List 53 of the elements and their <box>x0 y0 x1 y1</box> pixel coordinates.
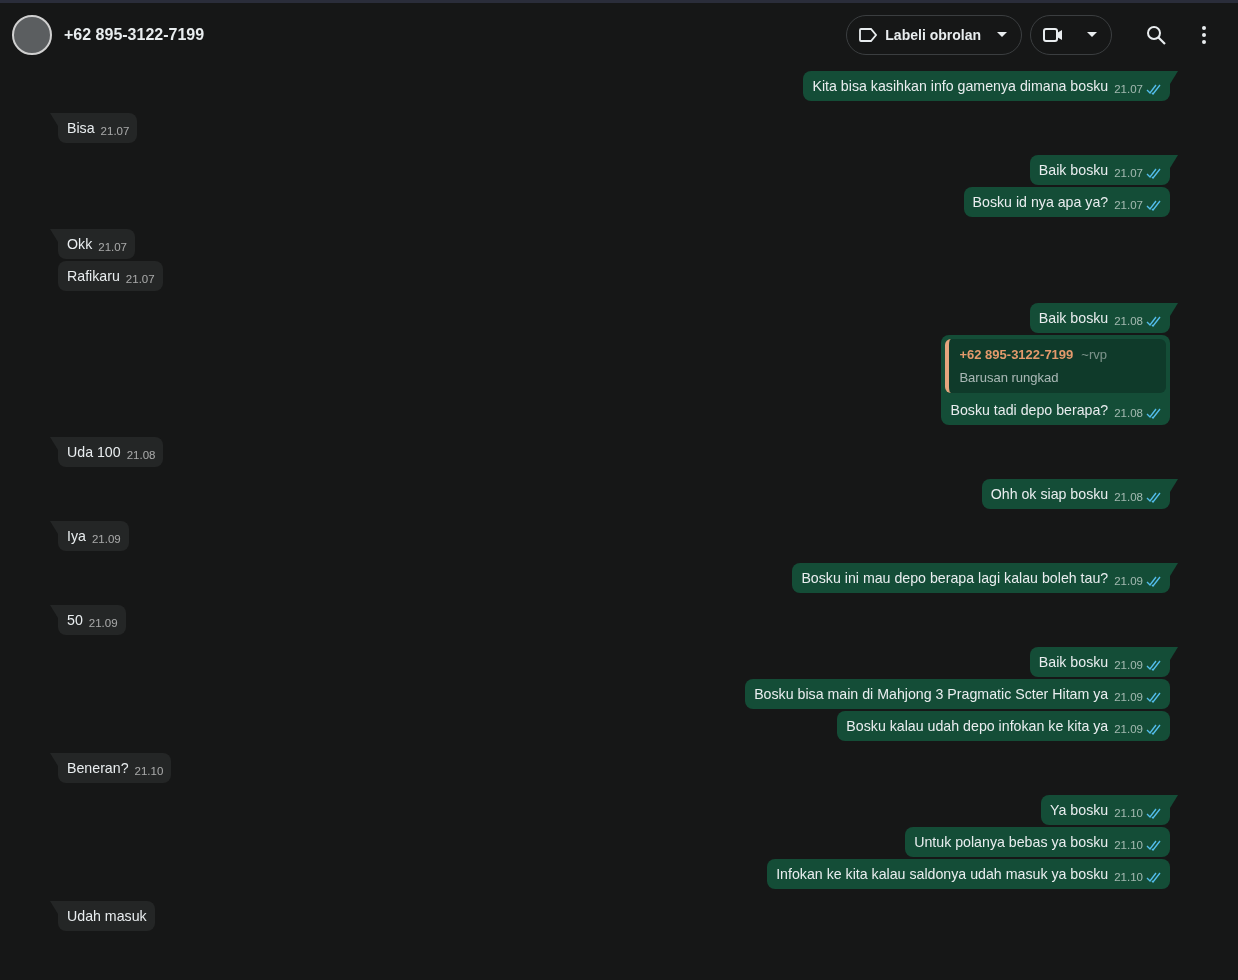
message-time: 21.10 <box>1114 838 1143 853</box>
message-text: Okk <box>67 235 93 254</box>
message-time: 21.10 <box>1114 870 1143 885</box>
message-time: 21.09 <box>88 616 118 631</box>
caret-icon <box>1087 32 1097 38</box>
message-time: 21.07 <box>1114 82 1143 97</box>
message-text: Bosku tadi depo berapa? <box>950 401 1109 420</box>
message-text: Bosku bisa main di Mahjong 3 Pragmatic Scter Hitam ya <box>754 685 1109 704</box>
message-text: Baik bosku <box>1038 161 1109 180</box>
message-text: Baik bosku <box>1038 653 1109 672</box>
message-text: Uda 100 <box>67 443 121 462</box>
message-time: 21.08 <box>126 448 156 463</box>
message-text: Bosku kalau udah depo infokan ke kita ya <box>846 717 1109 736</box>
message-time: 21.08 <box>1114 314 1143 329</box>
message-text: Infokan ke kita kalau saldonya udah masuk ya bosku <box>776 865 1109 884</box>
message-time: 21.07 <box>1114 198 1143 213</box>
quoted-author-alias: ~rvp <box>1081 347 1107 362</box>
quoted-message[interactable]: +62 895-3122-7199 ~rvp Barusan rungkad <box>945 339 1166 393</box>
message-time: 21.10 <box>134 764 164 779</box>
message-text: Bisa <box>67 119 95 138</box>
search-icon <box>1146 25 1166 45</box>
contact-avatar[interactable] <box>12 15 52 55</box>
message-text: Kita bisa kasihkan info gamenya dimana bosku <box>812 77 1109 96</box>
message-time: 21.09 <box>1114 722 1143 737</box>
message-time: 21.09 <box>1114 658 1143 673</box>
video-camera-icon <box>1043 28 1063 42</box>
message-text: Untuk polanya bebas ya bosku <box>914 833 1109 852</box>
menu-icon <box>1202 26 1206 44</box>
message-text: Udah masuk <box>67 907 147 926</box>
message-text: Rafikaru <box>67 267 120 286</box>
message-text: Ya bosku <box>1050 801 1109 820</box>
tag-icon <box>859 28 878 42</box>
message-time: 21.09 <box>1114 574 1143 589</box>
message-text: Ohh ok siap bosku <box>990 485 1109 504</box>
message-time: 21.08 <box>1114 490 1143 505</box>
message-time: 21.07 <box>1114 166 1143 181</box>
quoted-author: +62 895-3122-7199 <box>959 347 1074 362</box>
message-time: 21.09 <box>91 532 121 547</box>
message-time: 21.10 <box>1114 806 1143 821</box>
message-time: 21.07 <box>98 240 127 255</box>
message-time: 21.07 <box>100 124 130 139</box>
message-time: 21.09 <box>1114 690 1143 705</box>
message-text: Bosku ini mau depo berapa lagi kalau boleh tau? <box>801 569 1109 588</box>
message-time: 21.08 <box>1114 406 1143 421</box>
quoted-text: Barusan rungkad <box>959 369 1060 387</box>
message-time: 21.07 <box>125 272 155 287</box>
message-text: Iya <box>67 527 86 546</box>
message-text: Beneran? <box>67 759 129 778</box>
contact-name[interactable]: +62 895-3122-7199 <box>64 23 205 47</box>
message-text: Bosku id nya apa ya? <box>972 193 1109 212</box>
message-text: 50 <box>67 611 83 630</box>
message-text: Baik bosku <box>1038 309 1109 328</box>
caret-icon <box>997 32 1007 38</box>
